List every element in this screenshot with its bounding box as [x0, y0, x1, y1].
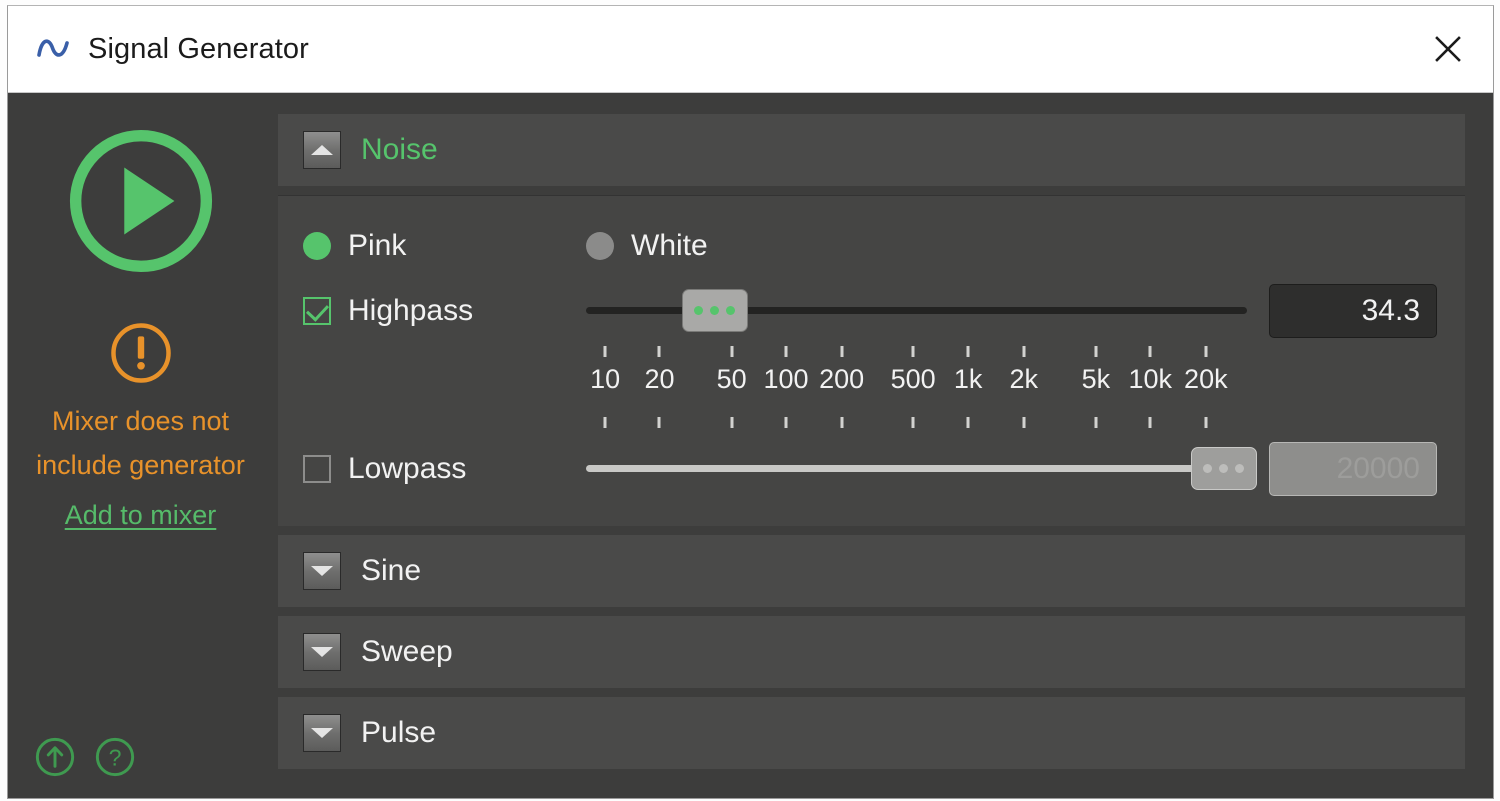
scale-tick-bottom: [730, 417, 734, 428]
section-header-sweep[interactable]: Sweep: [278, 616, 1465, 688]
sine-wave-icon: [37, 39, 69, 57]
mixer-warning-text: Mixer does not include generator: [36, 406, 245, 480]
chevron-down-icon: [311, 647, 333, 657]
scale-tick-bottom: [784, 417, 788, 428]
noise-type-group: Pink White: [303, 218, 1437, 274]
help-circle-icon[interactable]: ?: [94, 736, 136, 778]
chevron-down-icon: [311, 728, 333, 738]
scale-tick-top: [911, 346, 915, 357]
upload-circle-icon[interactable]: [34, 736, 76, 778]
scale-tick-bottom: [911, 417, 915, 428]
window-title: Signal Generator: [88, 32, 309, 65]
highpass-checkbox[interactable]: Highpass: [303, 294, 586, 328]
scale-tick-top: [784, 346, 788, 357]
signal-generator-window: Signal Generator Mixer does not include …: [7, 5, 1494, 799]
scale-tick-label: 500: [890, 364, 936, 394]
scale-tick-label: 200: [819, 364, 865, 394]
section-label-sine: Sine: [361, 554, 422, 587]
scale-tick-top: [1148, 346, 1152, 357]
grip-dot-icon: [694, 306, 704, 315]
scale-tick-bottom: [1148, 417, 1152, 428]
chevron-down-icon: [311, 566, 333, 576]
section-header-noise[interactable]: Noise: [278, 114, 1465, 186]
scale-tick-label: 20k: [1184, 364, 1228, 394]
radio-label-white: White: [631, 229, 708, 262]
corner-icon-bar: ?: [34, 736, 136, 778]
noise-panel: Pink White Highpass 34.3 10 20 50 100 20…: [278, 195, 1465, 526]
lowpass-label: Lowpass: [348, 452, 467, 485]
collapse-toggle-noise[interactable]: [303, 131, 341, 169]
grip-dot-icon: [1219, 464, 1229, 473]
scale-tick-bottom: [603, 417, 607, 428]
grip-dot-icon: [726, 306, 736, 315]
radio-dot-white-icon: [586, 232, 614, 260]
scale-tick-label: 10: [590, 364, 621, 394]
section-header-sine[interactable]: Sine: [278, 535, 1465, 607]
scale-tick-label: 1k: [953, 364, 983, 394]
highpass-label: Highpass: [348, 294, 474, 327]
scale-tick-top: [730, 346, 734, 357]
lowpass-checkbox[interactable]: Lowpass: [303, 452, 586, 486]
expand-toggle-sweep[interactable]: [303, 633, 341, 671]
scale-tick-top: [1022, 346, 1026, 357]
window-titlebar: Signal Generator: [8, 6, 1493, 93]
scale-tick-bottom: [1022, 417, 1026, 428]
scale-tick-top: [603, 346, 607, 357]
radio-dot-pink-icon: [303, 232, 331, 260]
section-label-noise: Noise: [361, 133, 438, 166]
add-to-mixer-link[interactable]: Add to mixer: [65, 500, 217, 531]
grip-dot-icon: [1203, 464, 1213, 473]
scale-tick-bottom: [1204, 417, 1208, 428]
scale-tick-top: [840, 346, 844, 357]
lowpass-value-input[interactable]: 20000: [1269, 442, 1437, 496]
scale-tick-label: 2k: [1009, 364, 1038, 394]
warning-circle-icon: [110, 323, 171, 383]
generator-sections: Noise Pink White Highpass 34.3 10 20 50 …: [273, 93, 1493, 798]
screen-root: Signal Generator Mixer does not include …: [0, 0, 1500, 801]
scale-tick-top: [657, 346, 661, 357]
lowpass-slider-handle[interactable]: [1190, 447, 1257, 490]
highpass-slider-handle[interactable]: [681, 289, 748, 332]
expand-toggle-pulse[interactable]: [303, 714, 341, 752]
svg-text:?: ?: [109, 744, 122, 770]
radio-pink[interactable]: Pink: [303, 229, 586, 263]
play-button[interactable]: [65, 125, 217, 277]
close-icon: [1435, 36, 1461, 62]
scale-tick-bottom: [966, 417, 970, 428]
expand-toggle-sine[interactable]: [303, 552, 341, 590]
lowpass-row: Lowpass 20000: [303, 436, 1437, 502]
scale-tick-label: 5k: [1081, 364, 1111, 394]
section-label-sweep: Sweep: [361, 635, 453, 668]
frequency-scale: 10 20 50 100 200 500 1k 2k 5k 10k 20k: [586, 346, 1228, 430]
mixer-warning: Mixer does not include generator Add to …: [36, 321, 246, 531]
scale-tick-label: 50: [716, 364, 747, 394]
highpass-row: Highpass 34.3: [303, 278, 1437, 344]
checkbox-unchecked-icon: [303, 455, 331, 483]
scale-tick-bottom: [840, 417, 844, 428]
grip-dot-icon: [1235, 464, 1245, 473]
radio-white[interactable]: White: [586, 229, 708, 263]
grip-dot-icon: [710, 306, 720, 315]
scale-tick-top: [966, 346, 970, 357]
chevron-up-icon: [311, 145, 333, 155]
window-body: Mixer does not include generator Add to …: [8, 93, 1493, 798]
scale-tick-top: [1094, 346, 1098, 357]
highpass-value-input[interactable]: 34.3: [1269, 284, 1437, 338]
transport-panel: Mixer does not include generator Add to …: [8, 93, 273, 798]
scale-tick-label: 10k: [1128, 364, 1173, 394]
lowpass-slider-track: [586, 465, 1247, 472]
scale-tick-bottom: [657, 417, 661, 428]
radio-label-pink: Pink: [348, 229, 407, 262]
lowpass-slider[interactable]: [586, 436, 1257, 502]
scale-tick-label: 100: [763, 364, 809, 394]
scale-tick-label: 20: [644, 364, 675, 394]
highpass-slider[interactable]: [586, 278, 1247, 344]
scale-tick-top: [1204, 346, 1208, 357]
checkbox-checked-icon: [303, 297, 331, 325]
section-label-pulse: Pulse: [361, 716, 437, 749]
scale-tick-bottom: [1094, 417, 1098, 428]
close-button[interactable]: [1425, 26, 1471, 72]
section-header-pulse[interactable]: Pulse: [278, 697, 1465, 769]
